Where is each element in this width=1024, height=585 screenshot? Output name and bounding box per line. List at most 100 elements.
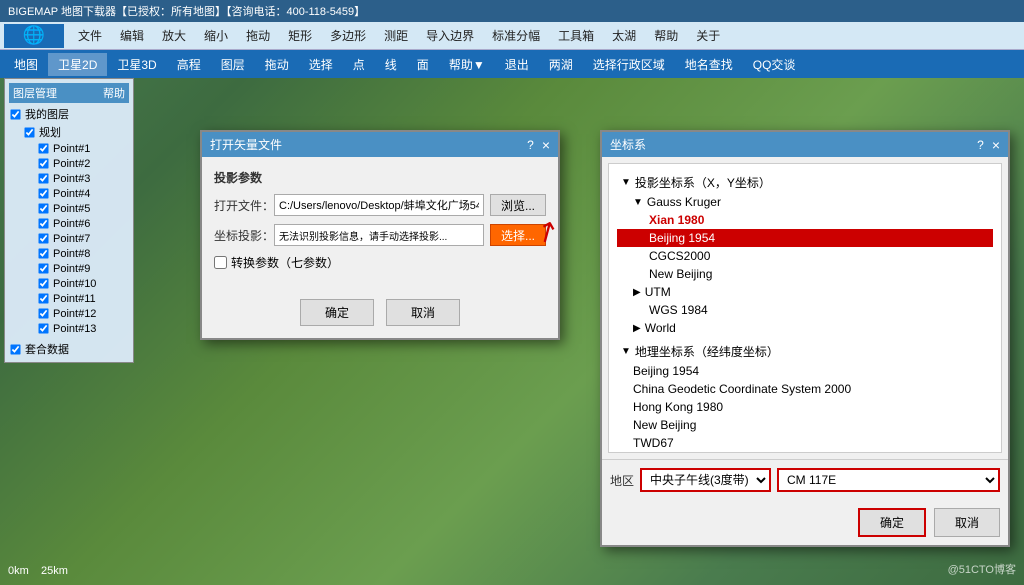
tb-select-region[interactable]: 选择行政区域 <box>583 53 675 76</box>
tb-place-search[interactable]: 地名查找 <box>675 53 743 76</box>
coord-geo-twd67[interactable]: TWD67 <box>617 434 993 452</box>
tree-point10[interactable]: Point#10 <box>37 276 129 291</box>
tree-point2[interactable]: Point#2 <box>37 156 129 171</box>
geo-new-beijing-label: New Beijing <box>633 418 696 432</box>
menu-tools[interactable]: 工具箱 <box>550 25 602 46</box>
tree-point3[interactable]: Point#3 <box>37 171 129 186</box>
checkbox-point4[interactable] <box>38 188 48 198</box>
coord-geo-twd97[interactable]: TWD97 <box>617 452 993 453</box>
tree-plan[interactable]: 规划 <box>23 123 129 141</box>
tree-point7[interactable]: Point#7 <box>37 231 129 246</box>
proj-input[interactable] <box>274 224 484 246</box>
region-select1[interactable]: 中央子午线(3度带) <box>640 468 771 492</box>
coord-geo-hongkong[interactable]: Hong Kong 1980 <box>617 398 993 416</box>
menu-file[interactable]: 文件 <box>70 25 110 46</box>
tree-point13[interactable]: Point#13 <box>37 321 129 336</box>
tree-point9[interactable]: Point#9 <box>37 261 129 276</box>
tb-point[interactable]: 点 <box>343 53 375 76</box>
coord-gauss-kruger[interactable]: ▼ Gauss Kruger <box>617 193 993 211</box>
menu-rect[interactable]: 矩形 <box>280 25 320 46</box>
coord-footer-actions: 确定 取消 <box>602 500 1008 545</box>
checkbox-point10[interactable] <box>38 278 48 288</box>
coord-beijing1954[interactable]: Beijing 1954 <box>617 229 993 247</box>
checkbox-point1[interactable] <box>38 143 48 153</box>
checkbox-point9[interactable] <box>38 263 48 273</box>
checkbox-point12[interactable] <box>38 308 48 318</box>
tb-line[interactable]: 线 <box>375 53 407 76</box>
checkbox-plan[interactable] <box>24 127 34 137</box>
tree-my-maps[interactable]: 我的图层 <box>9 105 129 123</box>
tb-satellite3d[interactable]: 卫星3D <box>107 53 166 76</box>
checkbox-point8[interactable] <box>38 248 48 258</box>
coord-utm[interactable]: ▶ UTM <box>617 283 993 301</box>
seven-params-checkbox[interactable] <box>214 256 227 269</box>
menu-polygon[interactable]: 多边形 <box>322 25 374 46</box>
tb-exit[interactable]: 退出 <box>495 53 539 76</box>
coord-projected-header[interactable]: ▼ 投影坐标系（X，Y坐标） <box>617 172 993 193</box>
checkbox-point13[interactable] <box>38 323 48 333</box>
checkbox-my-maps[interactable] <box>10 109 20 119</box>
tree-point4[interactable]: Point#4 <box>37 186 129 201</box>
coord-new-beijing[interactable]: New Beijing <box>617 265 993 283</box>
tb-help-dropdown[interactable]: 帮助▼ <box>439 53 495 76</box>
menu-import[interactable]: 导入边界 <box>418 25 482 46</box>
checkbox-point7[interactable] <box>38 233 48 243</box>
tb-map[interactable]: 地图 <box>4 53 48 76</box>
dialog-vector-question[interactable]: ? <box>527 138 534 152</box>
menu-zoomin[interactable]: 放大 <box>154 25 194 46</box>
tree-plan-label: 规划 <box>39 124 61 140</box>
coord-geo-new-beijing[interactable]: New Beijing <box>617 416 993 434</box>
seven-params-label: 转换参数（七参数） <box>231 254 339 271</box>
dialog-vector-confirm[interactable]: 确定 <box>300 299 374 326</box>
tree-point1[interactable]: Point#1 <box>37 141 129 156</box>
coord-cgcs2000[interactable]: CGCS2000 <box>617 247 993 265</box>
checkbox-merged[interactable] <box>10 344 20 354</box>
coord-geo-china-geodetic[interactable]: China Geodetic Coordinate System 2000 <box>617 380 993 398</box>
menu-measure[interactable]: 测距 <box>376 25 416 46</box>
menu-standard[interactable]: 标准分幅 <box>484 25 548 46</box>
coord-geographic-header[interactable]: ▼ 地理坐标系（经纬度坐标） <box>617 341 993 362</box>
menu-zoomout[interactable]: 缩小 <box>196 25 236 46</box>
tree-point5[interactable]: Point#5 <box>37 201 129 216</box>
tree-point6[interactable]: Point#6 <box>37 216 129 231</box>
dialog-coord-question[interactable]: ? <box>977 138 984 152</box>
menu-taihu[interactable]: 太湖 <box>604 25 644 46</box>
tree-point12[interactable]: Point#12 <box>37 306 129 321</box>
tb-layers[interactable]: 图层 <box>211 53 255 76</box>
tb-polygon[interactable]: 面 <box>407 53 439 76</box>
dialog-vector-cancel[interactable]: 取消 <box>386 299 460 326</box>
tb-select[interactable]: 选择 <box>299 53 343 76</box>
tb-drag[interactable]: 拖动 <box>255 53 299 76</box>
checkbox-point2[interactable] <box>38 158 48 168</box>
checkbox-point11[interactable] <box>38 293 48 303</box>
tree-point8[interactable]: Point#8 <box>37 246 129 261</box>
menu-about[interactable]: 关于 <box>688 25 728 46</box>
checkbox-point6[interactable] <box>38 218 48 228</box>
file-input[interactable] <box>274 194 484 216</box>
coord-cancel[interactable]: 取消 <box>934 508 1000 537</box>
checkbox-point3[interactable] <box>38 173 48 183</box>
coord-geo-beijing1954[interactable]: Beijing 1954 <box>617 362 993 380</box>
coord-xian1980[interactable]: Xian 1980 <box>617 211 993 229</box>
menu-edit[interactable]: 编辑 <box>112 25 152 46</box>
tb-qq[interactable]: QQ交谈 <box>743 53 806 76</box>
dialog-vector-close[interactable]: × <box>542 138 550 152</box>
tb-elevation[interactable]: 高程 <box>167 53 211 76</box>
tree-point11[interactable]: Point#11 <box>37 291 129 306</box>
region-select2[interactable]: CM 117E <box>777 468 1000 492</box>
coord-confirm[interactable]: 确定 <box>858 508 926 537</box>
file-row: 打开文件： 浏览... <box>214 194 546 216</box>
tb-lianghu[interactable]: 两湖 <box>539 53 583 76</box>
tree-merged-data[interactable]: 套合数据 <box>9 340 129 358</box>
coord-wgs1984[interactable]: WGS 1984 <box>617 301 993 319</box>
dialog-coord-titlebar: 坐标系 ? × <box>602 132 1008 157</box>
checkbox-point5[interactable] <box>38 203 48 213</box>
menu-drag[interactable]: 拖动 <box>238 25 278 46</box>
browse-button[interactable]: 浏览... <box>490 194 546 216</box>
tree-point4-label: Point#4 <box>53 188 90 200</box>
tb-satellite2d[interactable]: 卫星2D <box>48 53 107 76</box>
panel-help[interactable]: 帮助 <box>103 85 125 101</box>
dialog-coord-close[interactable]: × <box>992 138 1000 152</box>
menu-help[interactable]: 帮助 <box>646 25 686 46</box>
coord-world[interactable]: ▶ World <box>617 319 993 337</box>
